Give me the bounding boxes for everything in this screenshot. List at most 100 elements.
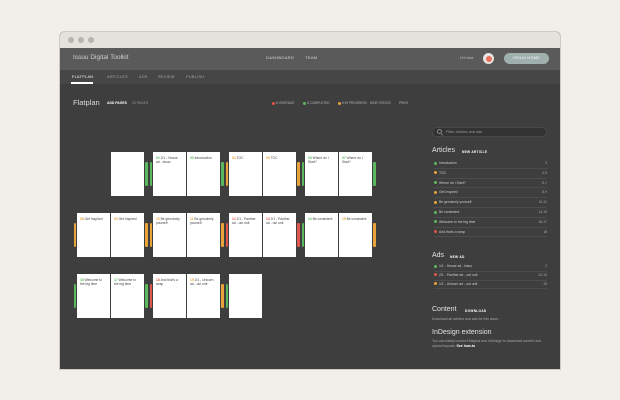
content-title: Content [432,306,457,313]
page-label: 04 TOC [232,156,258,160]
ads-title: Ads [432,252,445,259]
flatplan-page[interactable]: 17 Welcome to the big time [111,274,144,318]
flatplan-page[interactable]: 14 Be consistent [305,213,338,257]
list-item[interactable]: TOC 4-5 [434,171,547,177]
flatplan-page[interactable]: 13 2/1 - Panther ad - out unit [263,213,296,257]
flatplan-page[interactable]: 18 And that's a wrap [153,274,186,318]
flatplan-page[interactable]: 15 Be consistent [339,213,372,257]
print-button[interactable]: PRINT [399,101,409,105]
status-bar [221,284,224,308]
page-label: 07 Where do I Start? [342,156,368,164]
avatar[interactable] [483,53,494,64]
list-item-pages: 8-9 [542,190,547,195]
status-dot [434,210,437,214]
list-item-label: Welcome to the big time [439,219,476,224]
status-bar [225,162,228,186]
flatplan-page[interactable]: 04 TOC [229,152,262,196]
list-item-label: 1/1 - Unicorn ad - out unit [439,281,478,286]
list-item[interactable]: Introduction 3 [434,161,547,167]
window-minimize-dot[interactable] [78,37,84,43]
list-divider [434,288,547,289]
app-title[interactable]: Issuu Digital Toolkit [73,54,129,61]
tab-publish[interactable]: PUBLISH [186,75,204,79]
tab-flatplan[interactable]: FLATPLAN [72,75,93,79]
hide-status-button[interactable]: HIDE STATUS [370,101,391,105]
tab-articles[interactable]: ARTICLES [107,75,128,79]
list-item[interactable]: Welcome to the big time 16-17 [434,220,547,226]
status-dot [272,101,275,105]
list-item-label: 2/1 - Panther ad - out unit [439,272,478,277]
status-dot [434,200,437,204]
list-item[interactable]: Be consistent 14-15 [434,210,547,216]
download-button[interactable]: DOWNLOAD [465,309,487,313]
list-item[interactable]: Where do I Start? 6-7 [434,181,547,187]
page-title: Get Inspired [84,217,103,221]
search-box[interactable] [432,127,547,137]
add-pages-button[interactable]: ADD PAGES [107,101,127,105]
flatplan-page[interactable]: 06 Where do I Start? [305,152,338,196]
list-item[interactable]: 1/1 - Unicorn ad - out unit 19 [434,282,547,288]
status-bar [73,223,76,247]
list-item-pages: 14-15 [538,210,547,214]
status-bar [145,223,148,247]
list-item-label: TOC [439,170,447,175]
status-dot [434,171,437,175]
tab-ads[interactable]: ADS [139,75,148,79]
status-bar [297,162,300,186]
window-close-dot[interactable] [68,37,74,43]
blank-page[interactable] [111,152,144,196]
status-dot [434,264,437,268]
status-dot [303,101,306,105]
list-item-pages: 3 [545,161,547,165]
list-item[interactable]: Get Inspired 8-9 [434,190,547,196]
blank-page[interactable] [229,274,262,318]
flatplan-page[interactable]: 16 Welcome to the big time [77,274,110,318]
list-item-pages: 6-7 [542,180,547,185]
search-icon [437,129,442,135]
list-item[interactable]: Be genuinely yourself 10-11 [434,200,547,206]
status-bar [225,284,228,308]
flatplan-page[interactable]: 07 Where do I Start? [339,152,372,196]
flatplan-page[interactable]: 03 Introduction [187,152,220,196]
nav-dashboard[interactable]: DASHBOARD [266,55,294,60]
new-ad-button[interactable]: NEW AD [450,255,465,259]
page-title: TOC [236,156,244,160]
status-bar [149,223,152,247]
list-item[interactable]: And that's a wrap 18 [434,230,547,236]
flatplan-page[interactable]: 02 2/1 - House ad - Issuu [153,152,186,196]
page-label: 05 TOC [266,156,292,160]
window-maximize-dot[interactable] [88,37,94,43]
page-label: 03 Introduction [190,156,216,160]
flatplan-page[interactable]: 09 Get Inspired [111,213,144,257]
search-input[interactable] [446,129,541,135]
legend-overdue[interactable]: 6 OVERDUE [272,101,294,105]
page-title: Be genuinely yourself [190,217,214,226]
see-how-to-link[interactable]: See how-to [457,344,476,348]
issuu-home-button[interactable]: ISSUU HOME [504,53,549,64]
list-item[interactable]: 2/1 - Panther ad - out unit 12-13 [434,273,547,279]
flatplan-page[interactable]: 19 2/1 - Unicorn ad - out unit [187,274,220,318]
flatplan-page[interactable]: 12 2/1 - Panther ad - out unit [229,213,262,257]
legend-in-progress[interactable]: 6 IN PROGRESS [338,101,367,105]
flatplan-page[interactable]: 08 Get Inspired [77,213,110,257]
list-item-pages: 10-11 [538,200,547,205]
flatplan-page[interactable]: 05 TOC [263,152,296,196]
page-title: Be consistent [346,217,367,221]
flatplan-page[interactable]: 11 Be genuinely yourself [187,213,220,257]
status-dot [434,181,437,185]
list-item-pages: 18 [543,229,547,234]
page-label: 16 Welcome to the big time [80,278,106,286]
nav-team[interactable]: TEAM [305,55,317,60]
list-item[interactable]: 1/1 - House ad - issuu 2 [434,264,547,270]
legend-completed[interactable]: 8 COMPLETED [303,101,330,105]
status-bar [221,162,224,186]
page-label: 11 Be genuinely yourself [190,217,216,225]
flatplan-page[interactable]: 10 Be genuinely yourself [153,213,186,257]
articles-title: Articles [432,147,455,154]
list-item-label: Where do I Start? [439,180,466,185]
list-divider [434,207,547,208]
new-article-button[interactable]: NEW ARTICLE [462,150,487,154]
status-bar [73,284,76,308]
tab-review[interactable]: REVIEW [158,75,175,79]
page-label: 09 Get Inspired [114,217,140,221]
